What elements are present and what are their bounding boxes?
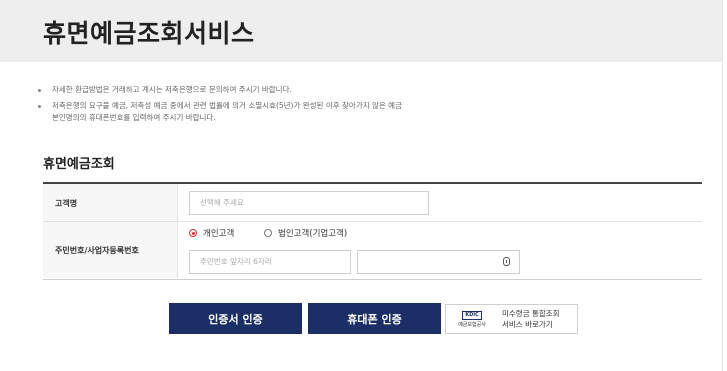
customer-name-input[interactable]: 선택해 주세요 xyxy=(189,191,429,215)
unclaimed-funds-label: 미수령금 통합조회 서비스 바로가기 xyxy=(502,308,560,330)
kdic-name: 예금보험공사 xyxy=(458,321,486,328)
customer-name-row: 고객명 선택해 주세요 xyxy=(43,184,702,222)
kdic-mark: KDIC xyxy=(462,310,482,320)
page-title: 휴면예금조회서비스 xyxy=(43,19,255,48)
id-number-header: 주민번호/사업자등록번호 xyxy=(43,222,178,278)
certificate-auth-button[interactable]: 인증서 인증 xyxy=(169,303,302,334)
radio-corporate-label: 법인고객(기업고객) xyxy=(278,229,348,239)
rrn-front-input[interactable]: 주민번호 앞자리 6자리 xyxy=(189,250,351,274)
section-title: 휴면예금조회 xyxy=(43,157,115,172)
id-number-row: 주민번호/사업자등록번호 개인고객 법인고객(기업고객) 주민번호 앞자리 6자… xyxy=(43,222,702,278)
phone-auth-button[interactable]: 휴대폰 인증 xyxy=(308,303,441,334)
page-header: 휴면예금조회서비스 xyxy=(0,0,722,62)
notice-item: 저축은행의 요구불 예금, 저축성 예금 중에서 관련 법률에 의거 소멸시효(… xyxy=(32,100,692,125)
search-form: 고객명 선택해 주세요 주민번호/사업자등록번호 개인고객 법인고객(기업고객)… xyxy=(43,182,702,280)
radio-corporate-customer[interactable]: 법인고객(기업고객) xyxy=(264,227,347,239)
bullet-icon xyxy=(38,104,41,108)
unclaimed-line1: 미수령금 통합조회 xyxy=(502,309,560,318)
radio-checked-icon xyxy=(189,229,197,237)
radio-unchecked-icon xyxy=(264,229,272,237)
radio-personal-customer[interactable]: 개인고객 xyxy=(189,227,234,239)
notice-text: 자세한 환급방법은 거래하고 계시는 저축은행으로 문의하여 주시기 바랍니다. xyxy=(52,85,292,94)
unclaimed-line2: 서비스 바로가기 xyxy=(502,320,553,329)
id-number-label: 주민번호/사업자등록번호 xyxy=(55,246,139,255)
customer-name-header: 고객명 xyxy=(43,184,178,221)
notice-text: 저축은행의 요구불 예금, 저축성 예금 중에서 관련 법률에 의거 소멸시효(… xyxy=(52,100,402,110)
notice-list: 자세한 환급방법은 거래하고 계시는 저축은행으로 문의하여 주시기 바랍니다.… xyxy=(32,84,692,128)
bullet-icon xyxy=(38,89,41,92)
rrn-back-input[interactable] xyxy=(357,250,520,274)
notice-item: 자세한 환급방법은 거래하고 계시는 저축은행으로 문의하여 주시기 바랍니다. xyxy=(32,84,692,97)
unclaimed-funds-link-button[interactable]: KDIC 예금보험공사 미수령금 통합조회 서비스 바로가기 xyxy=(445,304,578,334)
radio-personal-label: 개인고객 xyxy=(203,229,235,239)
customer-name-label: 고객명 xyxy=(55,199,78,208)
lock-icon xyxy=(503,257,510,266)
notice-text-continued: 본인명의의 휴대폰번호를 입력하여 주시기 바랍니다. xyxy=(52,113,216,122)
kdic-logo: KDIC 예금보험공사 xyxy=(452,307,492,331)
